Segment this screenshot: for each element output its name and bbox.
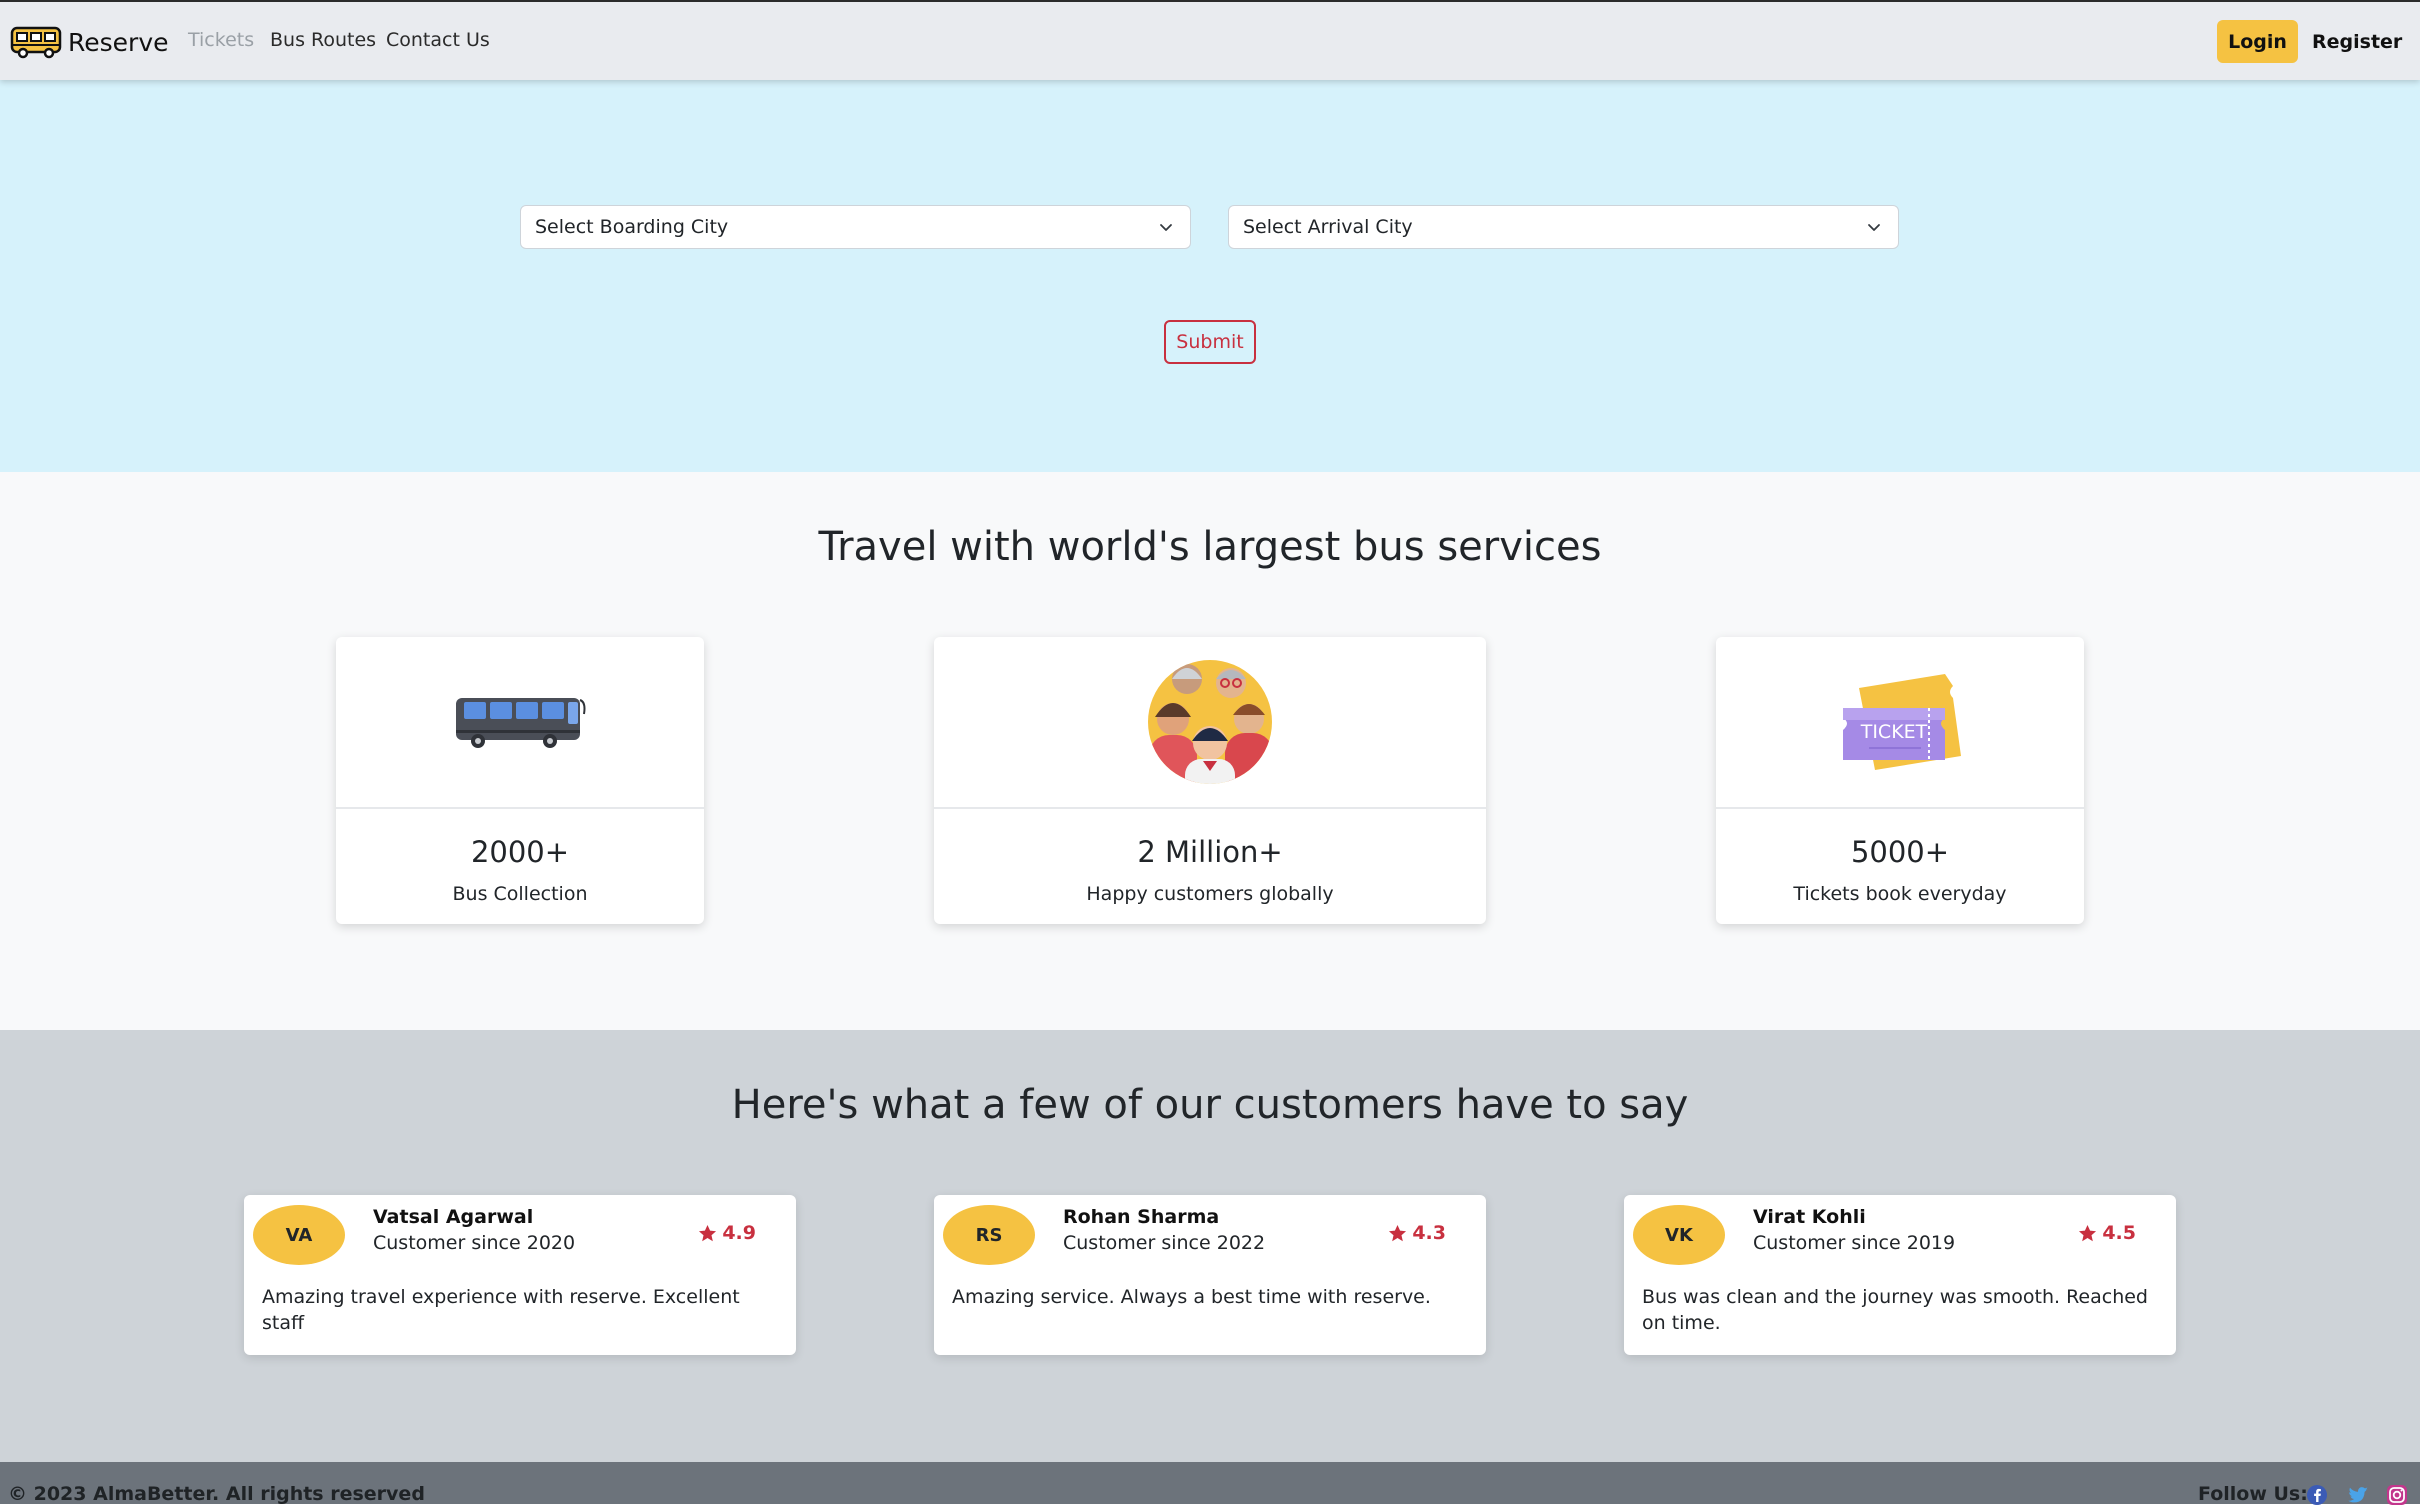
stat-value: 5000+ [1850,835,1950,869]
arrival-city-select[interactable]: Select Arrival City [1228,205,1899,249]
rating-value: 4.5 [2102,1222,2136,1244]
nav-link-tickets[interactable]: Tickets [188,29,254,51]
testimonial-card: VK Virat Kohli Customer since 2019 4.5 B… [1624,1195,2176,1355]
avatar: VK [1633,1205,1725,1265]
testimonials-title: Here's what a few of our customers have … [731,1082,1689,1128]
follow-us-label: Follow Us: [2198,1483,2308,1505]
search-section: Select Boarding City Select Arrival City… [0,80,2420,472]
testimonial-text: Amazing service. Always a best time with… [952,1286,1431,1308]
bus-icon [456,698,586,748]
stat-value: 2000+ [470,835,570,869]
testimonial-card: RS Rohan Sharma Customer since 2022 4.3 … [934,1195,1486,1355]
submit-button[interactable]: Submit [1164,320,1256,364]
chevron-down-icon [1868,224,1880,231]
people-icon [1148,660,1272,784]
footer: © 2023 AlmaBetter. All rights reserved F… [0,1462,2420,1506]
rating-value: 4.3 [1412,1222,1446,1244]
login-button[interactable]: Login [2217,20,2298,63]
chevron-down-icon [1160,224,1172,231]
testimonial-text: Amazing travel experience with reserve. … [262,1286,740,1334]
facebook-icon[interactable] [2306,1484,2328,1506]
star-icon [2079,1224,2097,1241]
customer-since: Customer since 2020 [373,1232,576,1254]
arrival-city-placeholder: Select Arrival City [1243,216,1413,238]
navbar: Reserve Tickets Bus Routes Contact Us Lo… [0,0,2420,80]
instagram-icon[interactable] [2386,1484,2408,1506]
customer-name: Virat Kohli [1753,1206,1866,1228]
stat-label: Happy customers globally [1086,883,1334,905]
customer-name: Rohan Sharma [1063,1206,1220,1228]
stat-value: 2 Million+ [1137,835,1283,869]
star-icon [1389,1224,1407,1241]
customer-since: Customer since 2022 [1063,1232,1266,1254]
stats-title: Travel with world's largest bus services [818,524,1602,570]
star-icon [699,1224,717,1241]
svg-text:TICKET: TICKET [1860,721,1928,743]
register-button[interactable]: Register [2306,20,2406,63]
rating: 4.9 [698,1222,756,1244]
customer-name: Vatsal Agarwal [373,1206,534,1228]
avatar: VA [253,1205,345,1265]
testimonial-card: VA Vatsal Agarwal Customer since 2020 4.… [244,1195,796,1355]
boarding-city-placeholder: Select Boarding City [535,216,729,238]
customer-since: Customer since 2019 [1753,1232,1956,1254]
stat-label: Tickets book everyday [1793,883,2007,905]
nav-link-contact-us[interactable]: Contact Us [386,29,490,51]
brand[interactable]: Reserve [10,22,169,62]
stat-card-buses: 2000+ Bus Collection [336,637,704,924]
testimonial-text: Bus was clean and the journey was smooth… [1642,1286,2148,1334]
brand-name: Reserve [68,27,169,57]
stat-card-customers: 2 Million+ Happy customers globally [934,637,1486,924]
rating-value: 4.9 [722,1222,756,1244]
avatar: RS [943,1205,1035,1265]
testimonials-section: Here's what a few of our customers have … [0,1030,2420,1462]
stat-card-tickets: TICKET 5000+ Tickets book everyday [1716,637,2084,924]
nav-link-bus-routes[interactable]: Bus Routes [270,29,376,51]
rating: 4.5 [2078,1222,2136,1244]
boarding-city-select[interactable]: Select Boarding City [520,205,1191,249]
twitter-icon[interactable] [2347,1484,2369,1506]
stat-label: Bus Collection [452,883,588,905]
bus-icon [10,26,62,59]
stats-section: Travel with world's largest bus services… [0,472,2420,1030]
rating: 4.3 [1388,1222,1446,1244]
copyright-text: © 2023 AlmaBetter. All rights reserved [8,1483,425,1505]
ticket-icon: TICKET [1843,674,1961,770]
